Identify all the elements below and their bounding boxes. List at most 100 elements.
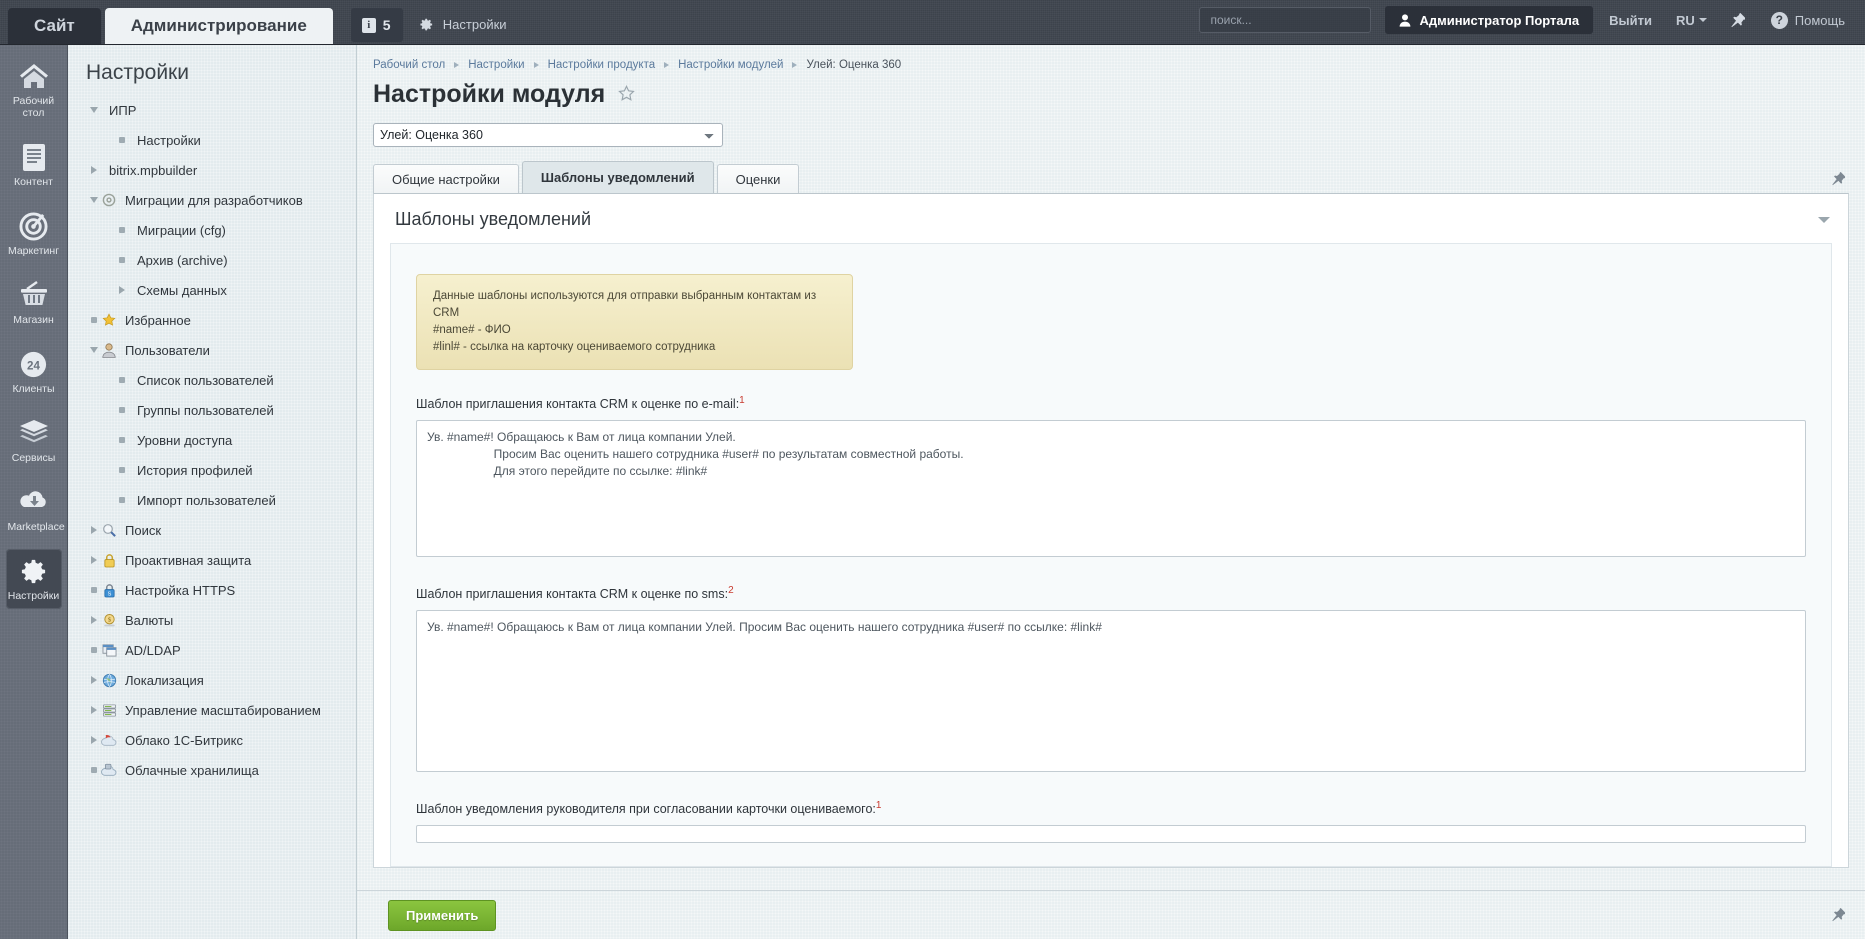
tree-item-11[interactable]: Уровни доступа <box>78 425 356 455</box>
rail-item-content[interactable]: Контент <box>6 135 62 195</box>
rail-item-services[interactable]: Сервисы <box>6 411 62 471</box>
pin-panel-button[interactable] <box>1731 12 1745 28</box>
tree-item-21[interactable]: Облако 1С-Битрикс <box>78 725 356 755</box>
tree-item-label: Уровни доступа <box>137 432 233 448</box>
chevron-down-icon[interactable] <box>86 347 101 353</box>
chevron-right-icon[interactable] <box>86 706 101 714</box>
field-manager-template: Шаблон уведомления руководителя при согл… <box>391 800 1831 846</box>
tree-item-3[interactable]: Миграции для разработчиков <box>78 185 356 215</box>
rail-item-marketplace[interactable]: Marketplace <box>6 480 65 540</box>
settings-tree-panel: Настройки ИПР Настройки bitrix.mpbuilder Ми… <box>68 45 357 939</box>
rail-item-clients[interactable]: 24 Клиенты <box>6 342 62 402</box>
apply-button[interactable]: Применить <box>388 899 497 931</box>
tree-item-8[interactable]: Пользователи <box>78 335 356 365</box>
rail-item-shop[interactable]: Магазин <box>6 273 62 333</box>
gear-icon <box>420 18 432 30</box>
search-input[interactable] <box>1208 12 1368 28</box>
pin-actionbar-button[interactable] <box>1832 907 1846 925</box>
tree-item-label: Валюты <box>125 612 174 628</box>
tree-item-17[interactable]: $ Валюты <box>78 605 356 635</box>
topbar-right-group: Администратор Портала Выйти RU ? Помощь <box>1199 0 1865 44</box>
breadcrumb-item-3[interactable]: Настройки модулей <box>678 59 783 71</box>
chevron-right-icon[interactable] <box>86 526 101 534</box>
help-icon: ? <box>1770 11 1788 29</box>
tree-item-10[interactable]: Группы пользователей <box>78 395 356 425</box>
panel-header: Шаблоны уведомлений <box>374 194 1848 243</box>
breadcrumb-item-4: Улей: Оценка 360 <box>806 59 902 71</box>
basket-icon <box>8 281 60 310</box>
breadcrumb-separator-icon <box>792 62 798 68</box>
lock-blue-icon: S <box>101 583 117 598</box>
pin-tabs-button[interactable] <box>1832 171 1846 189</box>
tree-item-13[interactable]: Импорт пользователей <box>78 485 356 515</box>
tab-0[interactable]: Общие настройки <box>373 164 519 193</box>
tree-item-22[interactable]: Облачные хранилища <box>78 755 356 785</box>
top-tab-site[interactable]: Сайт <box>8 8 101 44</box>
info-icon: i <box>361 17 376 33</box>
chevron-right-icon[interactable] <box>86 166 101 174</box>
rail-item-marketing[interactable]: Маркетинг <box>6 204 62 264</box>
chevron-right-icon[interactable] <box>86 736 101 744</box>
tree-item-20[interactable]: Управление масштабированием <box>78 695 356 725</box>
chevron-down-icon[interactable] <box>1818 216 1830 223</box>
tree-item-6[interactable]: Схемы данных <box>78 275 356 305</box>
tree-item-12[interactable]: История профилей <box>78 455 356 485</box>
tree-item-5[interactable]: Архив (archive) <box>78 245 356 275</box>
main-content: Рабочий стол Настройки Настройки продукта Н… <box>357 45 1865 939</box>
breadcrumb-item-2[interactable]: Настройки продукта <box>548 59 656 71</box>
settings-tabs: Общие настройки Шаблоны уведомлений Оценки <box>357 147 1865 193</box>
tree-item-14[interactable]: Поиск <box>78 515 356 545</box>
sms-template-textarea[interactable] <box>416 610 1806 773</box>
pin-icon <box>1832 907 1846 922</box>
email-template-textarea[interactable] <box>416 420 1806 558</box>
rail-item-desktop[interactable]: Рабочий стол <box>6 54 62 126</box>
chevron-down-icon[interactable] <box>86 107 101 113</box>
chevron-right-icon[interactable] <box>86 556 101 564</box>
tab-2[interactable]: Оценки <box>716 164 800 193</box>
rail-item-settings[interactable]: Настройки <box>5 549 62 609</box>
language-switcher[interactable]: RU <box>1676 13 1707 28</box>
rail-label-content: Контент <box>14 176 53 188</box>
gear-icon <box>8 557 60 586</box>
document-icon <box>8 143 60 172</box>
manager-template-textarea[interactable] <box>416 825 1806 844</box>
breadcrumb-item-1[interactable]: Настройки <box>468 59 524 71</box>
tree-item-4[interactable]: Миграции (cfg) <box>78 215 356 245</box>
tree-item-2[interactable]: bitrix.mpbuilder <box>78 155 356 185</box>
home-icon <box>8 62 60 91</box>
chevron-right-icon[interactable] <box>114 286 129 294</box>
global-search[interactable] <box>1199 7 1372 33</box>
tree-item-7[interactable]: Избранное <box>78 305 356 335</box>
chevron-down-icon[interactable] <box>86 197 101 203</box>
window-icon <box>101 643 117 657</box>
bullet-icon <box>114 257 129 263</box>
module-select[interactable]: Улей: Оценка 360 <box>373 123 723 147</box>
tree-item-9[interactable]: Список пользователей <box>78 365 356 395</box>
topbar-settings-link[interactable]: Настройки <box>419 7 507 41</box>
chevron-right-icon[interactable] <box>86 616 101 624</box>
module-select-wrap: Улей: Оценка 360 <box>357 109 1865 147</box>
bullet-icon <box>114 137 129 143</box>
tree-item-1[interactable]: Настройки <box>78 125 356 155</box>
tree-item-19[interactable]: Локализация <box>78 665 356 695</box>
tree-item-label: bitrix.mpbuilder <box>109 162 198 178</box>
tree-item-0[interactable]: ИПР <box>78 95 356 125</box>
rail-label-shop: Магазин <box>13 314 54 326</box>
logout-link[interactable]: Выйти <box>1609 13 1652 28</box>
breadcrumb-item-0[interactable]: Рабочий стол <box>373 59 445 71</box>
tree-item-18[interactable]: AD/LDAP <box>78 635 356 665</box>
tree-item-label: Миграции для разработчиков <box>125 192 303 208</box>
notifications-badge[interactable]: i 5 <box>350 8 403 42</box>
chevron-right-icon[interactable] <box>86 676 101 684</box>
favorite-star-icon[interactable] <box>618 84 635 105</box>
page-title-row: Настройки модуля <box>357 71 1865 109</box>
pin-icon <box>1832 171 1846 186</box>
tree-item-15[interactable]: Проактивная защита <box>78 545 356 575</box>
tree-item-16[interactable]: S Настройка HTTPS <box>78 575 356 605</box>
help-link[interactable]: ? Помощь <box>1770 11 1845 29</box>
tab-1[interactable]: Шаблоны уведомлений <box>521 161 714 193</box>
current-user-chip[interactable]: Администратор Портала <box>1385 6 1594 34</box>
bullet-icon <box>86 647 101 653</box>
tree-item-label: Поиск <box>125 522 162 538</box>
top-tab-administration[interactable]: Администрирование <box>104 8 333 44</box>
